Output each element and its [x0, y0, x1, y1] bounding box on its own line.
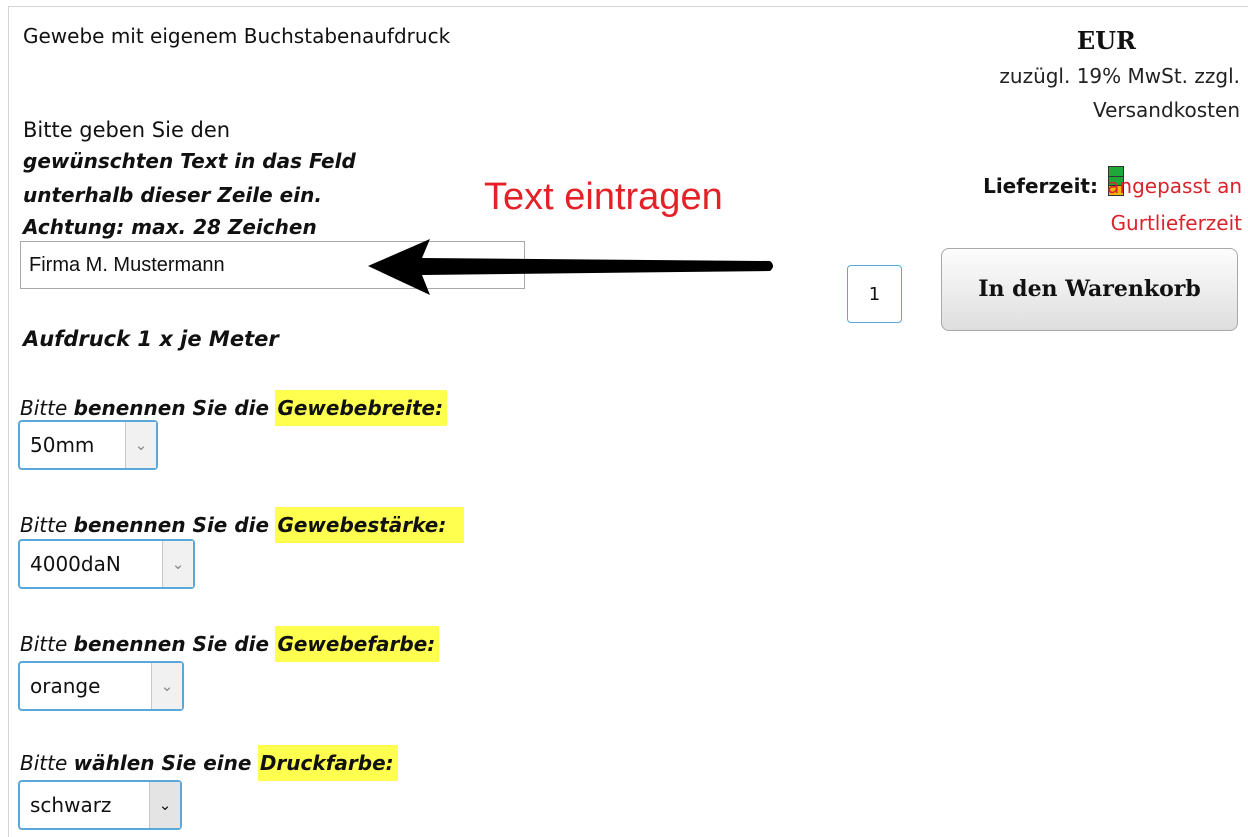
- width-select-value: 50mm: [30, 433, 95, 457]
- option-highlight: Druckfarbe: [259, 751, 386, 775]
- fabric-color-select[interactable]: orange ⌄: [18, 661, 184, 711]
- option-label-print-color: Bitte wählen Sie eine Druckfarbe:: [20, 745, 398, 781]
- currency-label: EUR: [1076, 26, 1136, 55]
- strength-select-value: 4000daN: [30, 552, 121, 576]
- product-title: Gewebe mit eigenem Buchstabenaufdruck: [23, 24, 451, 48]
- add-to-cart-button[interactable]: In den Warenkorb: [941, 248, 1238, 331]
- chevron-down-icon[interactable]: ⌄: [125, 422, 156, 468]
- instruction-line-1: gewünschten Text in das Feld: [23, 149, 356, 173]
- instruction-intro: Bitte geben Sie den: [23, 118, 231, 142]
- option-highlight: Gewebefarbe: [277, 632, 428, 656]
- option-bold: benennen Sie die: [73, 632, 270, 656]
- option-label-strength: Bitte benennen Sie die Gewebestärke:: [20, 507, 465, 543]
- instruction-max-chars: Achtung: max. 28 Zeichen: [23, 215, 317, 239]
- fabric-color-select-value: orange: [30, 674, 101, 698]
- option-prefix: Bitte: [20, 751, 68, 775]
- option-suffix: :: [438, 513, 447, 537]
- option-prefix: Bitte: [20, 396, 68, 420]
- instruction-line-2: unterhalb dieser Zeile ein.: [23, 183, 322, 207]
- option-highlight: Gewebestärke: [277, 513, 439, 537]
- annotation-label: Text eintragen: [484, 176, 723, 218]
- delivery-time-value: angepasst an: [1107, 174, 1242, 198]
- option-bold: wählen Sie eine: [73, 751, 252, 775]
- width-select[interactable]: 50mm ⌄: [18, 420, 158, 470]
- option-prefix: Bitte: [20, 632, 68, 656]
- chevron-down-icon[interactable]: ⌄: [149, 782, 180, 828]
- option-bold: benennen Sie die: [73, 396, 270, 420]
- print-color-select[interactable]: schwarz ⌄: [18, 780, 182, 830]
- chevron-down-icon[interactable]: ⌄: [162, 541, 193, 587]
- shipping-note: Versandkosten: [1092, 98, 1240, 122]
- option-suffix: :: [385, 751, 394, 775]
- delivery-time-value-2: Gurtlieferzeit: [1110, 211, 1242, 235]
- print-color-select-value: schwarz: [30, 793, 112, 817]
- chevron-down-icon[interactable]: ⌄: [151, 663, 182, 709]
- delivery-time-label: Lieferzeit:: [983, 174, 1098, 198]
- option-prefix: Bitte: [20, 513, 68, 537]
- option-label-color: Bitte benennen Sie die Gewebefarbe:: [20, 626, 440, 662]
- imprint-note: Aufdruck 1 x je Meter: [23, 327, 279, 351]
- option-suffix: :: [435, 396, 444, 420]
- tax-note: zuzügl. 19% MwSt. zzgl.: [999, 64, 1240, 88]
- option-bold: benennen Sie die: [73, 513, 270, 537]
- arrow-left-icon: [368, 239, 773, 295]
- strength-select[interactable]: 4000daN ⌄: [18, 539, 195, 589]
- quantity-input[interactable]: 1: [847, 265, 902, 323]
- option-suffix: :: [427, 632, 436, 656]
- option-highlight: Gewebebreite: [277, 396, 436, 420]
